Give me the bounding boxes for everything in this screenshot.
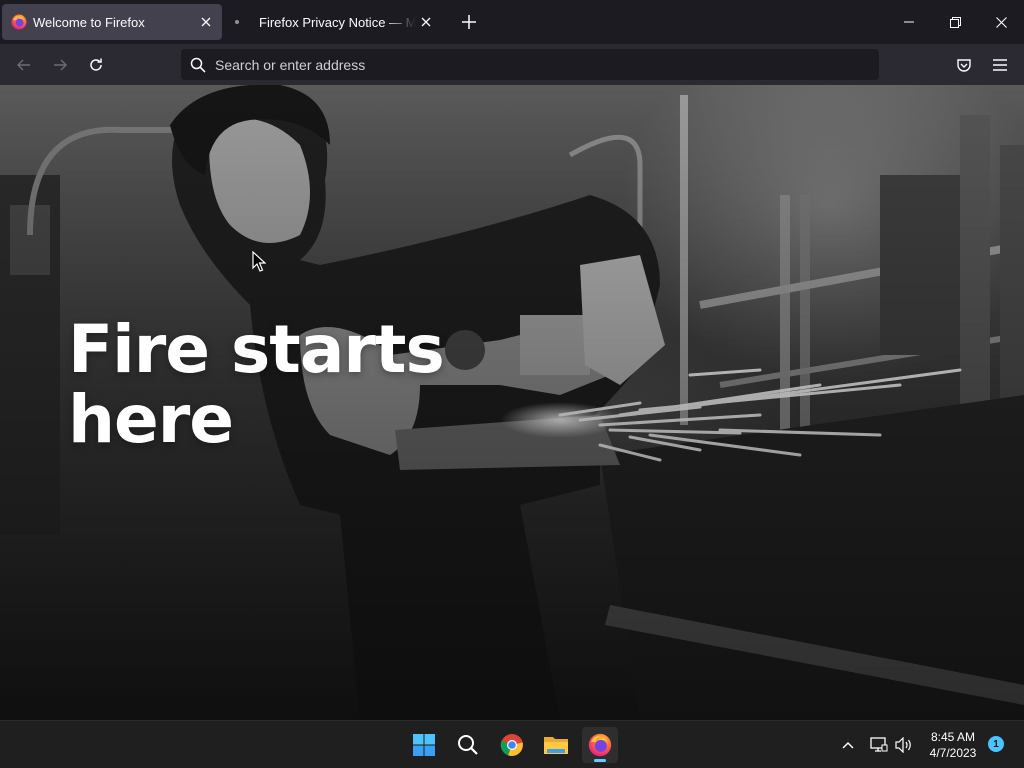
address-input[interactable] [215,49,879,80]
notification-badge[interactable]: 1 [988,736,1004,752]
close-window-button[interactable] [978,0,1024,44]
search-icon [190,57,206,73]
back-button[interactable] [9,50,39,80]
tab-privacy-notice[interactable]: Firefox Privacy Notice — Mozilla [226,4,442,40]
taskbar-file-explorer-button[interactable] [538,727,574,763]
windows-logo-icon [413,734,435,756]
arrow-right-icon [54,59,67,71]
hero-line-2: here [68,381,234,458]
network-status-button[interactable] [868,733,890,757]
reload-button[interactable] [81,50,111,80]
chevron-up-icon [842,741,854,749]
address-bar[interactable] [181,49,879,80]
loading-dot-icon [235,20,239,24]
windows-taskbar: 8:45 AM 4/7/2023 [0,720,1024,768]
firefox-icon [11,14,27,30]
search-icon [458,735,478,755]
clock-time: 8:45 AM [930,730,976,744]
volume-button[interactable] [893,733,915,757]
app-menu-button[interactable] [985,50,1015,80]
welcome-page-hero: Fire starts here [0,85,1024,720]
taskbar-search-button[interactable] [450,727,486,763]
speaker-icon [895,737,911,753]
tab-title: Firefox Privacy Notice — Mozilla [259,14,416,30]
folder-icon [544,737,568,754]
mouse-cursor-icon [252,251,266,272]
reload-icon [90,58,102,71]
close-tab-icon[interactable] [416,12,436,32]
restore-button[interactable] [932,0,978,44]
pocket-button[interactable] [949,50,979,80]
navigation-toolbar [0,44,1024,85]
show-hidden-icons-button[interactable] [837,733,859,757]
hamburger-menu-icon [993,59,1007,71]
hero-headline: Fire starts here [68,315,488,455]
chrome-icon [500,734,523,756]
system-clock[interactable]: 8:45 AM 4/7/2023 [918,729,988,761]
clock-date: 4/7/2023 [929,746,977,760]
taskbar-firefox-button[interactable] [582,727,618,763]
tab-welcome[interactable]: Welcome to Firefox [2,4,222,40]
minimize-button[interactable] [886,0,932,44]
taskbar-start-button[interactable] [406,727,442,763]
taskbar-chrome-button[interactable] [494,727,530,763]
tab-title: Welcome to Firefox [33,14,145,30]
new-tab-button[interactable] [458,11,480,33]
tab-strip: Welcome to Firefox Firefox Privacy Notic… [0,0,1024,44]
arrow-left-icon [17,59,30,71]
hero-line-1: Fire starts [68,311,445,388]
active-app-indicator [594,759,606,762]
firefox-icon [588,733,612,757]
plus-icon [462,15,476,29]
forward-button[interactable] [45,50,75,80]
minimize-icon [904,21,914,23]
close-tab-icon[interactable] [196,12,216,32]
close-icon [995,16,1007,28]
network-icon [870,737,888,752]
pocket-icon [957,59,971,72]
restore-icon [949,16,961,28]
